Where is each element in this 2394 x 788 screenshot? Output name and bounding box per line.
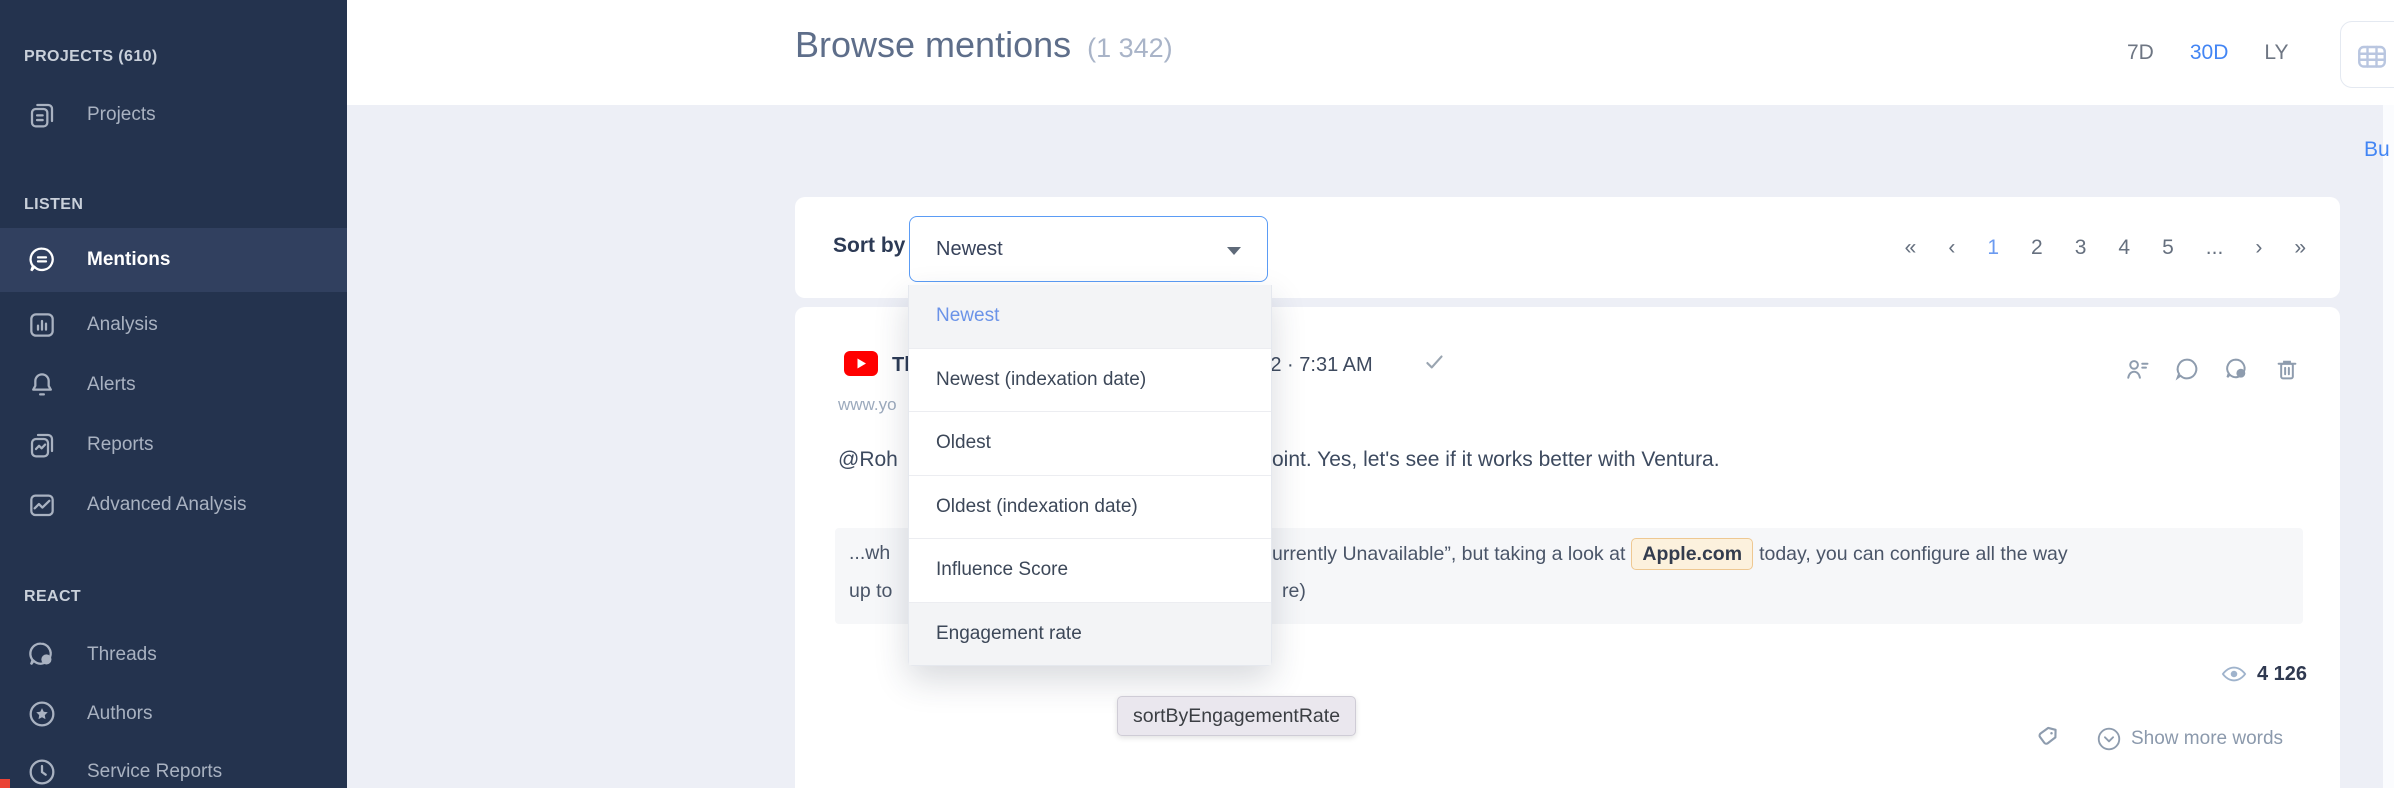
range-7d[interactable]: 7D (2127, 41, 2154, 65)
sidebar-section-listen: LISTEN (24, 196, 83, 214)
range-ly[interactable]: LY (2264, 41, 2288, 65)
notification-badge-sliver (0, 779, 10, 788)
mentions-icon (26, 244, 58, 276)
analysis-icon (26, 309, 58, 341)
sidebar-section-react: REACT (24, 588, 81, 606)
sidebar-item-projects[interactable]: Projects (0, 85, 347, 145)
advanced-analysis-icon (26, 489, 58, 521)
mention-url[interactable]: www.yo (838, 395, 897, 415)
delete-icon[interactable] (2273, 355, 2301, 383)
eye-icon (2219, 660, 2249, 688)
threads-icon (26, 639, 58, 671)
sidebar-item-alerts[interactable]: Alerts (0, 355, 347, 415)
page-next-button[interactable]: › (2255, 236, 2262, 260)
alerts-icon (26, 369, 58, 401)
projects-icon (26, 99, 58, 131)
sidebar-item-service-reports[interactable]: Service Reports (0, 742, 347, 788)
page-last-button[interactable]: » (2294, 236, 2306, 260)
comment-icon[interactable] (2173, 355, 2201, 383)
page-first-button[interactable]: « (1905, 236, 1917, 260)
calendar-button[interactable] (2340, 21, 2394, 88)
sidebar-item-advanced-analysis[interactable]: Advanced Analysis (0, 475, 347, 535)
sidebar-item-label: Threads (87, 644, 157, 666)
sidebar-item-analysis[interactable]: Analysis (0, 295, 347, 355)
sidebar-item-label: Projects (87, 104, 156, 126)
page-4[interactable]: 4 (2118, 236, 2130, 260)
dropdown-option-oldest-indexation[interactable]: Oldest (indexation date) (909, 476, 1271, 540)
chevron-down-icon (1227, 247, 1241, 255)
dropdown-option-engagement-rate[interactable]: Engagement rate (909, 603, 1271, 666)
assign-author-icon[interactable] (2123, 355, 2151, 383)
mention-text-right: oint. Yes, let's see if it works better … (1272, 448, 1720, 472)
sidebar-item-label: Service Reports (87, 761, 222, 783)
sidebar-item-reports[interactable]: Reports (0, 415, 347, 475)
quote-line1-left: ...wh (849, 538, 890, 568)
sort-select[interactable]: Newest (909, 216, 1268, 282)
hover-tooltip: sortByEngagementRate (1117, 696, 1356, 736)
sort-select-value: Newest (936, 238, 1003, 261)
dropdown-option-oldest[interactable]: Oldest (909, 412, 1271, 476)
partial-link[interactable]: Bu (2364, 138, 2390, 162)
engage-icon[interactable] (2223, 355, 2251, 383)
chevron-circle-icon[interactable] (2095, 725, 2123, 753)
reports-icon (26, 429, 58, 461)
sort-dropdown-menu: Newest Newest (indexation date) Oldest O… (908, 285, 1272, 666)
page-title: Browse mentions (1 342) (795, 24, 1173, 66)
keyword-highlight: Apple.com (1631, 538, 1753, 570)
range-30d[interactable]: 30D (2190, 41, 2229, 65)
app-root: PROJECTS (610) Projects LISTEN Mentions (0, 0, 2394, 788)
quote-text-pre: urrently Unavailable”, but taking a look… (1272, 543, 1625, 565)
quote-line2-right: re) (1282, 576, 1306, 606)
dropdown-option-newest-indexation[interactable]: Newest (indexation date) (909, 349, 1271, 413)
sort-by-label: Sort by (833, 234, 905, 258)
check-icon (1422, 349, 1448, 375)
tag-icon[interactable] (2035, 723, 2065, 753)
sidebar-item-label: Alerts (87, 374, 136, 396)
youtube-icon (844, 351, 878, 376)
mention-text-left: @Roh (838, 448, 898, 472)
page-title-text: Browse mentions (795, 24, 1071, 65)
quote-line1-right: urrently Unavailable”, but taking a look… (1272, 538, 2068, 570)
page-3[interactable]: 3 (2075, 236, 2087, 260)
sidebar: PROJECTS (610) Projects LISTEN Mentions (0, 0, 347, 788)
scrollbar-track[interactable] (2383, 105, 2394, 788)
service-reports-icon (26, 756, 58, 788)
dropdown-option-newest[interactable]: Newest (909, 285, 1271, 349)
sort-toolbar: Sort by Newest « ‹ 1 2 3 4 5 ... › » (795, 197, 2340, 298)
sidebar-item-mentions[interactable]: Mentions (0, 228, 347, 292)
calendar-icon (2354, 38, 2390, 74)
sidebar-item-label: Reports (87, 434, 154, 456)
sidebar-item-label: Authors (87, 703, 152, 725)
date-range-switcher: 7D 30D LY (2127, 0, 2289, 105)
page-ellipsis: ... (2206, 236, 2224, 260)
pagination: « ‹ 1 2 3 4 5 ... › » (1905, 197, 2306, 298)
sidebar-item-label: Analysis (87, 314, 158, 336)
dropdown-option-influence-score[interactable]: Influence Score (909, 539, 1271, 603)
authors-icon (26, 698, 58, 730)
sidebar-item-label: Mentions (87, 249, 170, 271)
views-count: 4 126 (2257, 663, 2307, 686)
sidebar-section-projects: PROJECTS (610) (24, 48, 158, 66)
sidebar-item-label: Advanced Analysis (87, 494, 247, 516)
mentions-count: (1 342) (1087, 33, 1173, 63)
show-more-words-link[interactable]: Show more words (2131, 728, 2283, 750)
page-1[interactable]: 1 (1987, 236, 1999, 260)
top-header: Browse mentions (1 342) 7D 30D LY (347, 0, 2394, 105)
sidebar-item-threads[interactable]: Threads (0, 625, 347, 685)
sidebar-item-authors[interactable]: Authors (0, 684, 347, 744)
page-prev-button[interactable]: ‹ (1948, 236, 1955, 260)
page-2[interactable]: 2 (2031, 236, 2043, 260)
page-5[interactable]: 5 (2162, 236, 2174, 260)
quote-line2-left: up to (849, 576, 892, 606)
quote-text-post: today, you can configure all the way (1759, 543, 2068, 565)
